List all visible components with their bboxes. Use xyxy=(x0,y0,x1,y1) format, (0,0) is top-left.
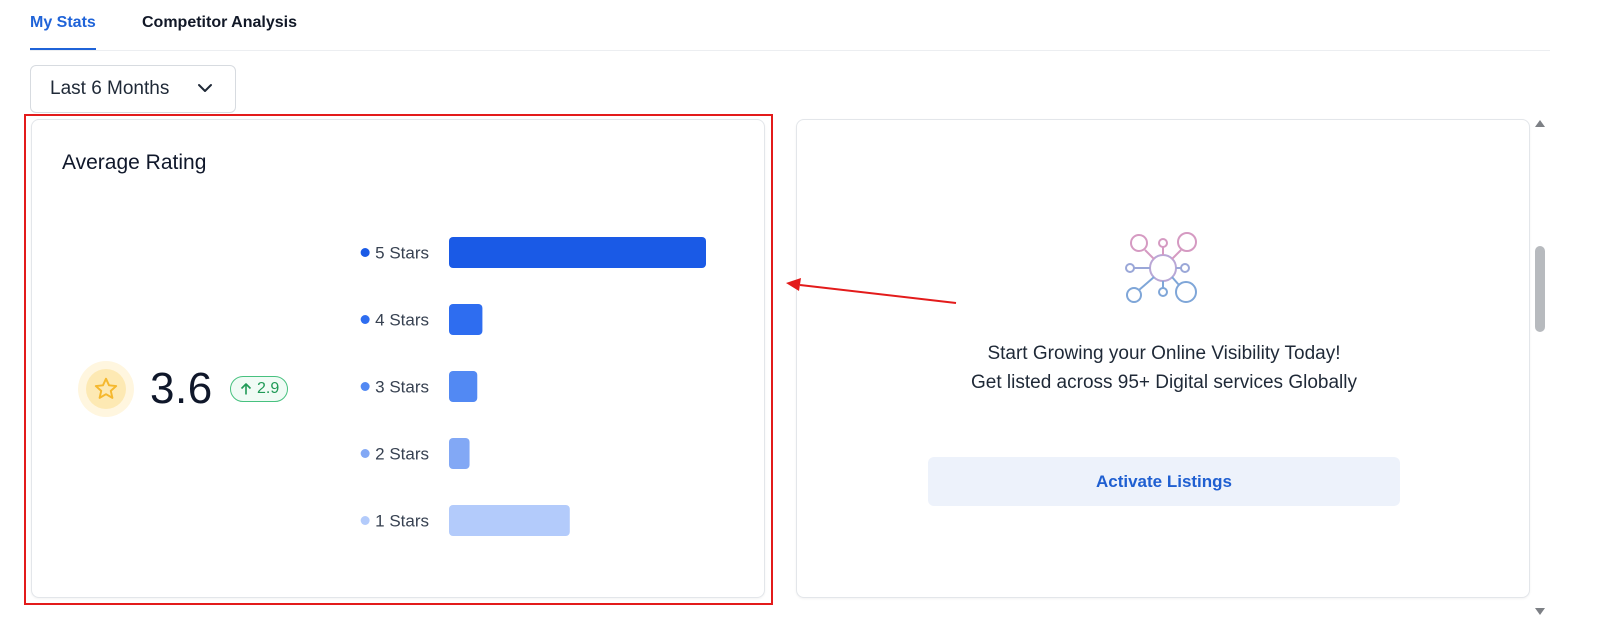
promo-subline: Get listed across 95+ Digital services G… xyxy=(971,372,1357,393)
tab-bar: My Stats Competitor Analysis xyxy=(30,0,1550,51)
legend-label: 5 Stars xyxy=(375,244,429,263)
scroll-up-icon[interactable] xyxy=(1535,120,1545,127)
bar-3-stars xyxy=(449,371,478,402)
tab-my-stats[interactable]: My Stats xyxy=(30,14,96,50)
legend-dot xyxy=(360,516,370,525)
legend-label: 3 Stars xyxy=(375,378,429,397)
legend-dot xyxy=(360,449,370,458)
bar-1-stars xyxy=(449,505,570,536)
legend-dot xyxy=(360,382,370,391)
legend-label: 1 Stars xyxy=(375,512,429,531)
listings-promo-card: Start Growing your Online Visibility Tod… xyxy=(796,119,1530,598)
rating-distribution-chart: 5 Stars 4 Stars 3 Stars 2 Stars 1 Stars xyxy=(360,237,706,536)
promo-headline: Start Growing your Online Visibility Tod… xyxy=(987,343,1341,364)
scroll-down-icon[interactable] xyxy=(1535,608,1545,615)
legend-dot xyxy=(360,248,370,257)
tab-competitor-analysis[interactable]: Competitor Analysis xyxy=(142,14,297,32)
bar-2-stars xyxy=(449,438,470,469)
bar-4-stars xyxy=(449,304,483,335)
scrollbar[interactable] xyxy=(1532,114,1550,618)
scroll-thumb[interactable] xyxy=(1535,246,1545,332)
legend-label: 2 Stars xyxy=(375,445,429,464)
legend-label: 4 Stars xyxy=(375,311,429,330)
chevron-down-icon xyxy=(198,84,212,92)
network-nodes-icon xyxy=(1125,232,1197,303)
legend-dot xyxy=(360,315,370,324)
period-dropdown[interactable]: Last 6 Months xyxy=(30,65,236,113)
average-rating-card: Average Rating 3.6 2.9 5 Stars 4 Stars 3 S… xyxy=(31,119,765,598)
activate-listings-button[interactable]: Activate Listings xyxy=(928,457,1400,506)
period-dropdown-value: Last 6 Months xyxy=(50,78,170,99)
bar-5-stars xyxy=(449,237,706,268)
